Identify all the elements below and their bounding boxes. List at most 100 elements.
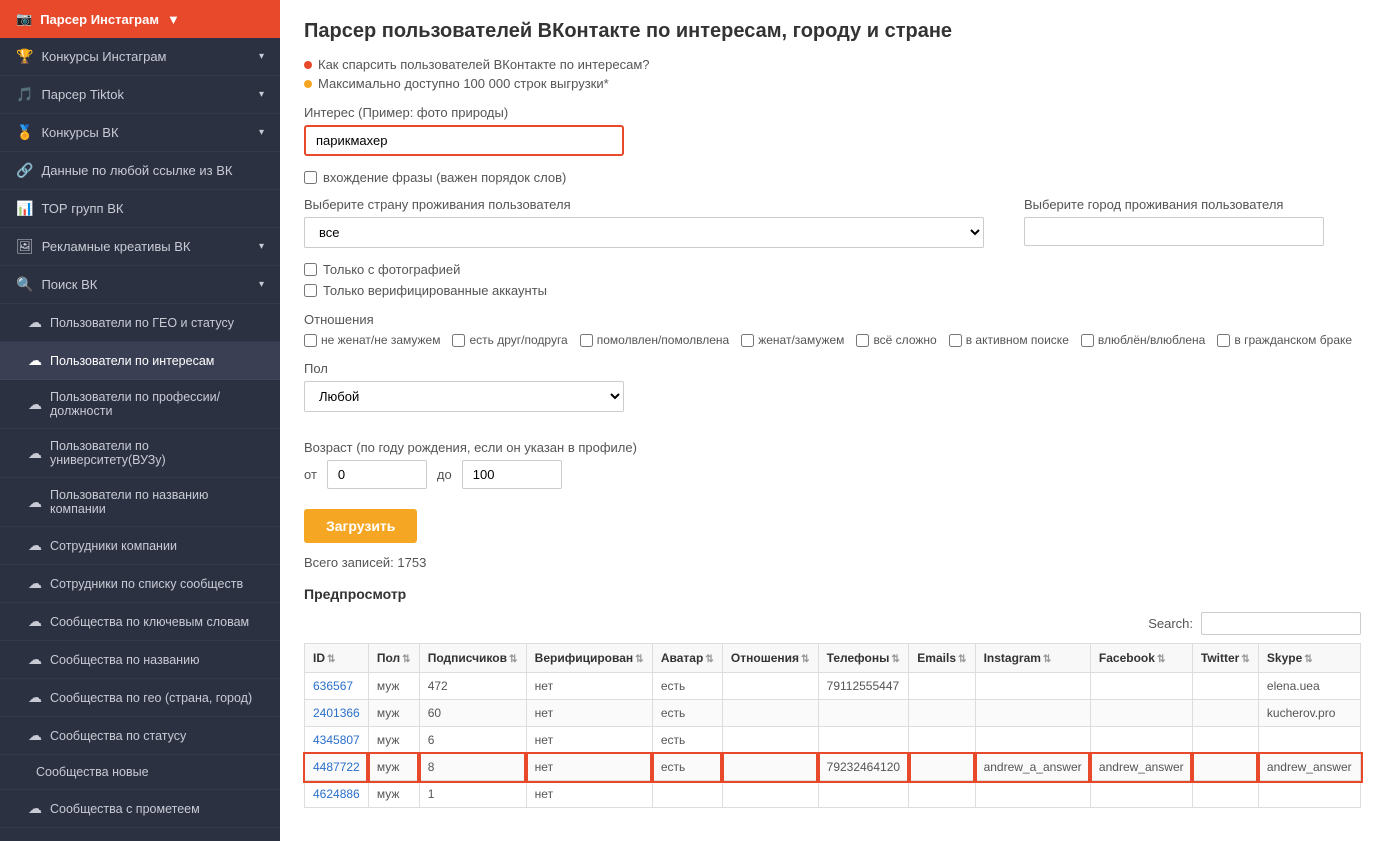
user-id-link-3[interactable]: 4487722 — [313, 760, 360, 774]
sidebar-icon-5: 🖼 — [16, 238, 34, 255]
table-row: 2401366муж60нетестьkucherov.pro — [305, 700, 1361, 727]
sidebar-icon-17: ☁ — [28, 727, 42, 744]
table-cell-аватар-4 — [652, 781, 722, 808]
table-cell-instagram-3: andrew_a_answer — [975, 754, 1090, 781]
sidebar-item-6[interactable]: 🔍 Поиск ВК ▾ — [0, 266, 280, 304]
hint-dot-1 — [304, 61, 312, 69]
table-row: 636567муж472нетесть79112555447elena.uea — [305, 673, 1361, 700]
search-input[interactable] — [1201, 612, 1361, 635]
sort-icon-9: ⇅ — [1157, 654, 1165, 665]
col-header-facebook[interactable]: Facebook⇅ — [1090, 644, 1192, 673]
relation-checkbox-0[interactable] — [304, 334, 317, 347]
hint-line-2: Максимально доступно 100 000 строк выгру… — [304, 76, 1361, 91]
table-cell-id-2[interactable]: 4345807 — [305, 727, 369, 754]
sidebar-top-item[interactable]: 📷 Парсер Инстаграм ▼ — [0, 0, 280, 38]
user-id-link-0[interactable]: 636567 — [313, 679, 353, 693]
relation-checkbox-3[interactable] — [741, 334, 754, 347]
sidebar-item-17[interactable]: ☁ Сообщества по статусу — [0, 717, 280, 755]
relation-checkbox-6[interactable] — [1081, 334, 1094, 347]
sort-icon-8: ⇅ — [1043, 654, 1051, 665]
city-input[interactable] — [1024, 217, 1324, 246]
phrase-checkbox[interactable] — [304, 171, 317, 184]
sidebar-item-10[interactable]: ☁ Пользователи по университету(ВУЗу) — [0, 429, 280, 478]
sidebar-item-1[interactable]: 🎵 Парсер Tiktok ▾ — [0, 76, 280, 114]
table-cell-id-3[interactable]: 4487722 — [305, 754, 369, 781]
table-cell-skype-4 — [1258, 781, 1360, 808]
sidebar-item-16[interactable]: ☁ Сообщества по гео (страна, город) — [0, 679, 280, 717]
sidebar-item-19[interactable]: ☁ Сообщества с прометеем — [0, 790, 280, 828]
sidebar-item-13[interactable]: ☁ Сотрудники по списку сообществ — [0, 565, 280, 603]
table-cell-emails-1 — [909, 700, 975, 727]
relation-checkbox-4[interactable] — [856, 334, 869, 347]
table-cell-id-4[interactable]: 4624886 — [305, 781, 369, 808]
sidebar-item-5[interactable]: 🖼 Рекламные креативы ВК ▾ — [0, 228, 280, 266]
relation-checkbox-1[interactable] — [452, 334, 465, 347]
age-to-input[interactable] — [462, 460, 562, 489]
table-cell-пол-3: муж — [368, 754, 419, 781]
photo-checkbox[interactable] — [304, 263, 317, 276]
col-header-телефоны[interactable]: Телефоны⇅ — [818, 644, 909, 673]
sidebar-item-7[interactable]: ☁ Пользователи по ГЕО и статусу — [0, 304, 280, 342]
col-header-instagram[interactable]: Instagram⇅ — [975, 644, 1090, 673]
col-header-emails[interactable]: Emails⇅ — [909, 644, 975, 673]
sort-icon-10: ⇅ — [1241, 654, 1249, 665]
table-cell-instagram-2 — [975, 727, 1090, 754]
age-from-input[interactable] — [327, 460, 427, 489]
sidebar-item-15[interactable]: ☁ Сообщества по названию — [0, 641, 280, 679]
table-cell-пол-0: муж — [368, 673, 419, 700]
sidebar-item-20[interactable]: ☁ Сообщества с открытой предложкой — [0, 828, 280, 841]
sidebar-icon-11: ☁ — [28, 494, 42, 511]
table-cell-телефоны-3: 79232464120 — [818, 754, 909, 781]
sort-icon-7: ⇅ — [958, 654, 966, 665]
sidebar-label-7: Пользователи по ГЕО и статусу — [50, 316, 234, 330]
table-cell-skype-1: kucherov.pro — [1258, 700, 1360, 727]
country-label: Выберите страну проживания пользователя — [304, 197, 984, 212]
sidebar-item-8[interactable]: ☁ Пользователи по интересам — [0, 342, 280, 380]
sidebar-item-0[interactable]: 🏆 Конкурсы Инстаграм ▾ — [0, 38, 280, 76]
table-cell-подписчиков-0: 472 — [419, 673, 526, 700]
country-select[interactable]: все — [304, 217, 984, 248]
table-body: 636567муж472нетесть79112555447elena.uea2… — [305, 673, 1361, 808]
sidebar-label-1: Парсер Tiktok — [41, 87, 124, 102]
interest-input[interactable] — [304, 125, 624, 156]
col-header-skype[interactable]: Skype⇅ — [1258, 644, 1360, 673]
user-id-link-2[interactable]: 4345807 — [313, 733, 360, 747]
table-cell-skype-2 — [1258, 727, 1360, 754]
sidebar-item-14[interactable]: ☁ Сообщества по ключевым словам — [0, 603, 280, 641]
sidebar-label-0: Конкурсы Инстаграм — [41, 49, 166, 64]
table-cell-emails-2 — [909, 727, 975, 754]
table-cell-отношения-1 — [722, 700, 818, 727]
relation-label-4: всё сложно — [873, 333, 936, 347]
verified-checkbox[interactable] — [304, 284, 317, 297]
sidebar-item-9[interactable]: ☁ Пользователи по профессии/должности — [0, 380, 280, 429]
sidebar-label-10: Пользователи по университету(ВУЗу) — [50, 439, 264, 467]
relation-checkbox-5[interactable] — [949, 334, 962, 347]
table-cell-аватар-3: есть — [652, 754, 722, 781]
col-header-верифицирован[interactable]: Верифицирован⇅ — [526, 644, 652, 673]
sidebar-item-11[interactable]: ☁ Пользователи по названию компании — [0, 478, 280, 527]
col-header-отношения[interactable]: Отношения⇅ — [722, 644, 818, 673]
load-button[interactable]: Загрузить — [304, 509, 417, 543]
sidebar-item-3[interactable]: 🔗 Данные по любой ссылке из ВК — [0, 152, 280, 190]
user-id-link-4[interactable]: 4624886 — [313, 787, 360, 801]
sidebar-item-12[interactable]: ☁ Сотрудники компании — [0, 527, 280, 565]
sidebar-item-2[interactable]: 🏅 Конкурсы ВК ▾ — [0, 114, 280, 152]
col-header-подписчиков[interactable]: Подписчиков⇅ — [419, 644, 526, 673]
relation-checkbox-2[interactable] — [580, 334, 593, 347]
chevron-icon-2: ▾ — [259, 127, 264, 138]
country-col: Выберите страну проживания пользователя … — [304, 197, 984, 248]
sidebar-item-4[interactable]: 📊 ТОР групп ВК — [0, 190, 280, 228]
table-cell-facebook-4 — [1090, 781, 1192, 808]
col-header-id[interactable]: ID⇅ — [305, 644, 369, 673]
col-header-аватар[interactable]: Аватар⇅ — [652, 644, 722, 673]
gender-select[interactable]: ЛюбойМужскойЖенский — [304, 381, 624, 412]
hint-text-1: Как спарсить пользователей ВКонтакте по … — [318, 57, 649, 72]
user-id-link-1[interactable]: 2401366 — [313, 706, 360, 720]
table-cell-id-0[interactable]: 636567 — [305, 673, 369, 700]
sidebar-item-18[interactable]: Сообщества новые — [0, 755, 280, 790]
col-header-twitter[interactable]: Twitter⇅ — [1192, 644, 1258, 673]
relation-checkbox-7[interactable] — [1217, 334, 1230, 347]
table-cell-верифицирован-4: нет — [526, 781, 652, 808]
table-cell-id-1[interactable]: 2401366 — [305, 700, 369, 727]
col-header-пол[interactable]: Пол⇅ — [368, 644, 419, 673]
